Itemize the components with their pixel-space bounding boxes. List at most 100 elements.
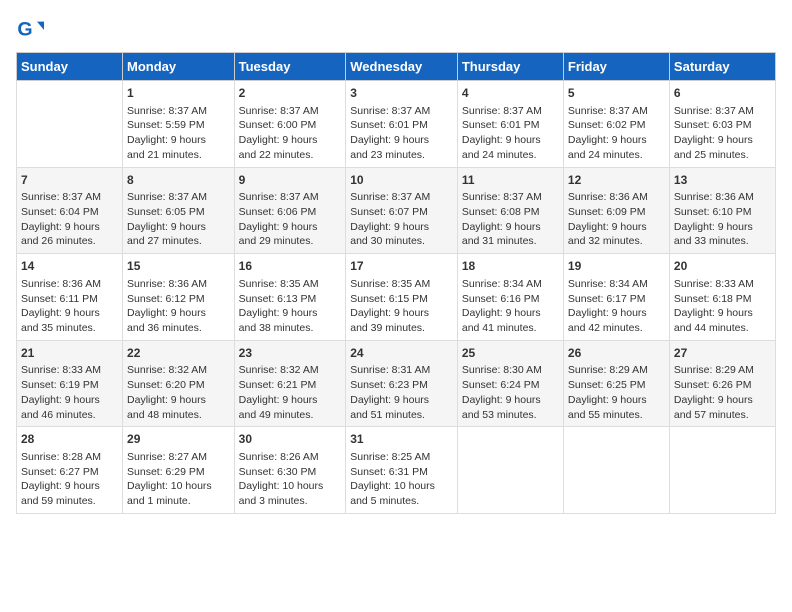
day-number: 21 [21,345,118,362]
calendar-cell: 3 Sunrise: 8:37 AM Sunset: 6:01 PM Daylig… [346,81,458,168]
logo-icon: G [16,16,44,44]
day-number: 26 [568,345,665,362]
calendar-cell: 7Sunrise: 8:37 AM Sunset: 6:04 PM Daylig… [17,167,123,254]
week-row-4: 21Sunrise: 8:33 AM Sunset: 6:19 PM Dayli… [17,340,776,427]
calendar-cell: 25Sunrise: 8:30 AM Sunset: 6:24 PM Dayli… [457,340,563,427]
day-info: Sunrise: 8:37 AM Sunset: 6:01 PM Dayligh… [462,104,559,163]
day-number: 15 [127,258,230,275]
calendar-cell: 19 Sunrise: 8:34 AM Sunset: 6:17 PM Dayli… [563,254,669,341]
calendar-cell [457,427,563,514]
calendar-cell: 4 Sunrise: 8:37 AM Sunset: 6:01 PM Daylig… [457,81,563,168]
day-number: 27 [674,345,771,362]
day-number: 8 [127,172,230,189]
day-header-friday: Friday [563,53,669,81]
day-info: Sunrise: 8:29 AM Sunset: 6:26 PM Dayligh… [674,363,771,422]
week-row-1: 1 Sunrise: 8:37 AM Sunset: 5:59 PM Daylig… [17,81,776,168]
calendar-cell: 8Sunrise: 8:37 AM Sunset: 6:05 PM Daylig… [123,167,235,254]
day-info: Sunrise: 8:37 AM Sunset: 6:05 PM Dayligh… [127,190,230,249]
day-info: Sunrise: 8:33 AM Sunset: 6:19 PM Dayligh… [21,363,118,422]
calendar-cell: 23Sunrise: 8:32 AM Sunset: 6:21 PM Dayli… [234,340,346,427]
day-number: 2 [239,85,342,102]
day-info: Sunrise: 8:37 AM Sunset: 6:01 PM Dayligh… [350,104,453,163]
calendar-cell: 28 Sunrise: 8:28 AM Sunset: 6:27 PM Dayli… [17,427,123,514]
day-number: 30 [239,431,342,448]
week-row-3: 14 Sunrise: 8:36 AM Sunset: 6:11 PM Dayli… [17,254,776,341]
day-info: Sunrise: 8:36 AM Sunset: 6:10 PM Dayligh… [674,190,771,249]
calendar-cell: 15Sunrise: 8:36 AM Sunset: 6:12 PM Dayli… [123,254,235,341]
calendar-cell: 18Sunrise: 8:34 AM Sunset: 6:16 PM Dayli… [457,254,563,341]
calendar-cell: 31 Sunrise: 8:25 AM Sunset: 6:31 PM Dayli… [346,427,458,514]
day-header-wednesday: Wednesday [346,53,458,81]
day-info: Sunrise: 8:37 AM Sunset: 6:00 PM Dayligh… [239,104,342,163]
calendar-cell: 11Sunrise: 8:37 AM Sunset: 6:08 PM Dayli… [457,167,563,254]
calendar-cell: 26Sunrise: 8:29 AM Sunset: 6:25 PM Dayli… [563,340,669,427]
calendar-cell: 10Sunrise: 8:37 AM Sunset: 6:07 PM Dayli… [346,167,458,254]
calendar-cell: 13Sunrise: 8:36 AM Sunset: 6:10 PM Dayli… [669,167,775,254]
calendar-cell: 5 Sunrise: 8:37 AM Sunset: 6:02 PM Daylig… [563,81,669,168]
day-info: Sunrise: 8:37 AM Sunset: 6:04 PM Dayligh… [21,190,118,249]
day-info: Sunrise: 8:37 AM Sunset: 6:02 PM Dayligh… [568,104,665,163]
day-number: 5 [568,85,665,102]
day-info: Sunrise: 8:37 AM Sunset: 6:07 PM Dayligh… [350,190,453,249]
day-number: 1 [127,85,230,102]
day-number: 23 [239,345,342,362]
day-number: 17 [350,258,453,275]
calendar-cell: 22Sunrise: 8:32 AM Sunset: 6:20 PM Dayli… [123,340,235,427]
day-info: Sunrise: 8:37 AM Sunset: 6:03 PM Dayligh… [674,104,771,163]
day-number: 3 [350,85,453,102]
day-header-thursday: Thursday [457,53,563,81]
calendar-cell: 17 Sunrise: 8:35 AM Sunset: 6:15 PM Dayli… [346,254,458,341]
day-number: 22 [127,345,230,362]
day-number: 9 [239,172,342,189]
day-number: 11 [462,172,559,189]
calendar-cell: 30 Sunrise: 8:26 AM Sunset: 6:30 PM Dayli… [234,427,346,514]
day-info: Sunrise: 8:36 AM Sunset: 6:11 PM Dayligh… [21,277,118,336]
day-number: 12 [568,172,665,189]
calendar-cell: 24Sunrise: 8:31 AM Sunset: 6:23 PM Dayli… [346,340,458,427]
day-number: 24 [350,345,453,362]
day-info: Sunrise: 8:29 AM Sunset: 6:25 PM Dayligh… [568,363,665,422]
day-info: Sunrise: 8:35 AM Sunset: 6:15 PM Dayligh… [350,277,453,336]
day-number: 31 [350,431,453,448]
day-info: Sunrise: 8:32 AM Sunset: 6:21 PM Dayligh… [239,363,342,422]
day-info: Sunrise: 8:37 AM Sunset: 6:06 PM Dayligh… [239,190,342,249]
day-info: Sunrise: 8:36 AM Sunset: 6:09 PM Dayligh… [568,190,665,249]
day-header-sunday: Sunday [17,53,123,81]
day-info: Sunrise: 8:31 AM Sunset: 6:23 PM Dayligh… [350,363,453,422]
calendar-cell [563,427,669,514]
calendar-cell [17,81,123,168]
day-info: Sunrise: 8:37 AM Sunset: 5:59 PM Dayligh… [127,104,230,163]
day-number: 14 [21,258,118,275]
day-number: 16 [239,258,342,275]
day-header-saturday: Saturday [669,53,775,81]
day-info: Sunrise: 8:33 AM Sunset: 6:18 PM Dayligh… [674,277,771,336]
day-number: 28 [21,431,118,448]
day-number: 13 [674,172,771,189]
day-info: Sunrise: 8:37 AM Sunset: 6:08 PM Dayligh… [462,190,559,249]
calendar-cell: 14 Sunrise: 8:36 AM Sunset: 6:11 PM Dayli… [17,254,123,341]
calendar-cell [669,427,775,514]
day-info: Sunrise: 8:26 AM Sunset: 6:30 PM Dayligh… [239,450,342,509]
day-info: Sunrise: 8:28 AM Sunset: 6:27 PM Dayligh… [21,450,118,509]
day-number: 25 [462,345,559,362]
day-info: Sunrise: 8:30 AM Sunset: 6:24 PM Dayligh… [462,363,559,422]
day-info: Sunrise: 8:25 AM Sunset: 6:31 PM Dayligh… [350,450,453,509]
header-row: SundayMondayTuesdayWednesdayThursdayFrid… [17,53,776,81]
logo: G [16,16,48,44]
day-info: Sunrise: 8:34 AM Sunset: 6:17 PM Dayligh… [568,277,665,336]
calendar-cell: 20 Sunrise: 8:33 AM Sunset: 6:18 PM Dayli… [669,254,775,341]
day-number: 19 [568,258,665,275]
svg-text:G: G [17,19,32,41]
day-number: 4 [462,85,559,102]
calendar-cell: 9Sunrise: 8:37 AM Sunset: 6:06 PM Daylig… [234,167,346,254]
calendar-cell: 16 Sunrise: 8:35 AM Sunset: 6:13 PM Dayli… [234,254,346,341]
day-number: 10 [350,172,453,189]
day-number: 18 [462,258,559,275]
day-info: Sunrise: 8:27 AM Sunset: 6:29 PM Dayligh… [127,450,230,509]
day-info: Sunrise: 8:35 AM Sunset: 6:13 PM Dayligh… [239,277,342,336]
day-number: 6 [674,85,771,102]
day-number: 7 [21,172,118,189]
calendar-cell: 21Sunrise: 8:33 AM Sunset: 6:19 PM Dayli… [17,340,123,427]
day-number: 20 [674,258,771,275]
calendar-cell: 12Sunrise: 8:36 AM Sunset: 6:09 PM Dayli… [563,167,669,254]
